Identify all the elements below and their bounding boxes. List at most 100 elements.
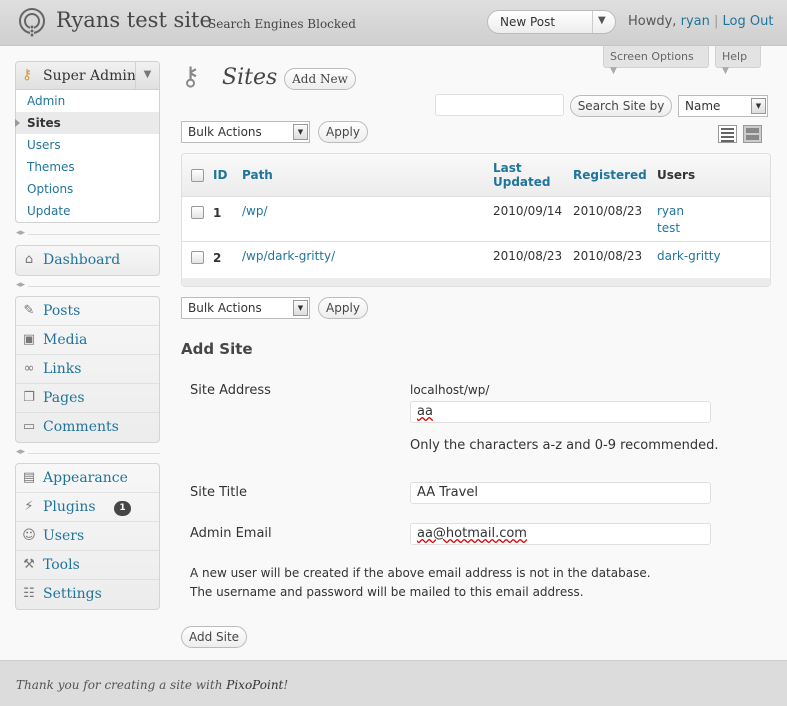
wordpress-logo-icon[interactable] (18, 7, 46, 37)
chevron-down-icon: ▼ (751, 98, 766, 114)
new-post-button[interactable]: New Post (500, 15, 555, 29)
menu-label-posts: Posts (43, 303, 81, 319)
site-address-input[interactable]: aa (410, 401, 711, 423)
submenu-item-admin[interactable]: Admin (16, 90, 159, 112)
site-path-link[interactable]: /wp/ (242, 204, 268, 218)
plug-icon: ⚡ (24, 499, 34, 514)
menu-separator (28, 453, 160, 454)
user-greeting: Howdy, ryan | Log Out (628, 14, 773, 29)
search-input[interactable] (435, 94, 564, 116)
menu-item-users[interactable]: ☺ Users (16, 522, 159, 551)
table-header: ID Path Last Updated Registered Users (182, 154, 770, 197)
settings-icon: ☷ (23, 586, 35, 601)
settings-menu: ▤ Appearance ⚡ Plugins 1 ☺ Users ⚒ Tools… (15, 463, 160, 610)
chevron-down-icon[interactable]: ▼ (135, 62, 159, 89)
menu-item-comments[interactable]: ▭ Comments (16, 413, 159, 442)
menu-label-dashboard: Dashboard (43, 252, 121, 268)
submenu-item-sites[interactable]: Sites (15, 112, 159, 134)
menu-label-appearance: Appearance (43, 470, 128, 486)
search-site-button[interactable]: Search Site by (570, 95, 672, 117)
menu-label-settings: Settings (43, 586, 102, 602)
site-user-link[interactable]: ryan (657, 204, 684, 218)
add-new-button[interactable]: Add New (284, 68, 356, 90)
search-engines-blocked-notice[interactable]: Search Engines Blocked (208, 17, 356, 31)
column-header-last-updated-1[interactable]: Last (493, 161, 522, 175)
site-user-link[interactable]: dark-gritty (657, 249, 721, 263)
row-checkbox[interactable] (191, 206, 204, 219)
menu-label-pages: Pages (43, 390, 85, 406)
submenu-item-options[interactable]: Options (16, 178, 159, 200)
bulk-actions-value: Bulk Actions (188, 301, 262, 315)
admin-header: Ryans test site Search Engines Blocked N… (0, 0, 787, 46)
menu-label-comments: Comments (43, 419, 119, 435)
menu-label-users: Users (43, 528, 85, 544)
site-registered: 2010/08/23 (573, 204, 643, 218)
column-header-last-updated-2[interactable]: Updated (493, 175, 551, 189)
submenu-item-users[interactable]: Users (16, 134, 159, 156)
bulk-actions-select-bottom[interactable]: Bulk Actions ▼ (181, 297, 310, 319)
search-field-select[interactable]: Name ▼ (678, 95, 768, 117)
table-footer (182, 278, 770, 286)
dashboard-menu: ⌂ Dashboard (15, 245, 160, 276)
footer-credit-text: Thank you for creating a site with (16, 678, 223, 692)
collapse-arrow-icon[interactable]: ◂▸ (16, 447, 25, 457)
add-site-note: The username and password will be mailed… (190, 585, 584, 599)
super-admin-menu-header[interactable]: ⚷ Super Admin ▼ (16, 62, 159, 90)
menu-item-dashboard[interactable]: ⌂ Dashboard (16, 246, 159, 275)
admin-email-value: aa@hotmail.com (417, 526, 527, 541)
site-title-input[interactable]: AA Travel (410, 482, 711, 504)
column-header-users: Users (657, 168, 696, 182)
menu-item-tools[interactable]: ⚒ Tools (16, 551, 159, 580)
add-site-button[interactable]: Add Site (181, 626, 247, 648)
appearance-icon: ▤ (22, 470, 36, 485)
menu-item-posts[interactable]: ✎ Posts (16, 297, 159, 326)
keys-icon: ⚷ (181, 62, 201, 92)
logout-link[interactable]: Log Out (723, 14, 774, 29)
submenu-item-update[interactable]: Update (16, 200, 159, 222)
apply-button[interactable]: Apply (318, 121, 368, 143)
username-link[interactable]: ryan (681, 14, 710, 29)
menu-item-links[interactable]: ∞ Links (16, 355, 159, 384)
column-header-id[interactable]: ID (213, 168, 227, 182)
admin-email-label: Admin Email (190, 526, 272, 541)
site-path-link[interactable]: /wp/dark-gritty/ (242, 249, 335, 263)
menu-item-settings[interactable]: ☷ Settings (16, 580, 159, 609)
pushpin-icon: ✎ (23, 303, 35, 318)
menu-item-media[interactable]: ▣ Media (16, 326, 159, 355)
column-header-registered[interactable]: Registered (573, 168, 647, 182)
collapse-arrow-icon[interactable]: ◂▸ (16, 228, 25, 238)
menu-item-plugins[interactable]: ⚡ Plugins 1 (16, 493, 159, 522)
bulk-actions-select[interactable]: Bulk Actions ▼ (181, 121, 310, 143)
chevron-down-icon[interactable]: ▼ (598, 15, 606, 26)
menu-separator (28, 234, 160, 235)
site-address-value: aa (417, 404, 433, 419)
row-checkbox[interactable] (191, 251, 204, 264)
excerpt-view-icon[interactable] (743, 125, 762, 143)
screen-options-tab[interactable]: Screen Options ▼ (603, 46, 709, 76)
site-address-prefix: localhost/wp/ (410, 383, 490, 397)
bulk-actions-value: Bulk Actions (188, 125, 262, 139)
chevron-down-icon: ▼ (293, 124, 308, 140)
menu-separator (28, 286, 160, 287)
collapse-arrow-icon[interactable]: ◂▸ (16, 280, 25, 290)
list-view-icon[interactable] (718, 125, 737, 143)
site-user-link[interactable]: test (657, 221, 680, 235)
menu-item-appearance[interactable]: ▤ Appearance (16, 464, 159, 493)
site-registered: 2010/08/23 (573, 249, 643, 263)
help-tab[interactable]: Help ▼ (715, 46, 761, 76)
media-icon: ▣ (22, 332, 36, 347)
tools-icon: ⚒ (23, 557, 35, 572)
site-address-hint: Only the characters a-z and 0-9 recommen… (410, 438, 719, 453)
howdy-prefix: Howdy, (628, 14, 677, 29)
apply-button-bottom[interactable]: Apply (318, 297, 368, 319)
menu-item-pages[interactable]: ❐ Pages (16, 384, 159, 413)
column-header-path[interactable]: Path (242, 168, 273, 182)
submenu-item-themes[interactable]: Themes (16, 156, 159, 178)
admin-email-input[interactable]: aa@hotmail.com (410, 523, 711, 545)
select-all-checkbox[interactable] (191, 169, 204, 182)
favorite-actions-dropdown[interactable]: New Post ▼ (487, 10, 616, 34)
site-title[interactable]: Ryans test site (56, 8, 212, 32)
footer-brand-link[interactable]: PixoPoint (226, 678, 283, 692)
site-id: 1 (213, 206, 222, 220)
super-admin-menu: ⚷ Super Admin ▼ Admin Sites Users Themes… (15, 61, 160, 223)
